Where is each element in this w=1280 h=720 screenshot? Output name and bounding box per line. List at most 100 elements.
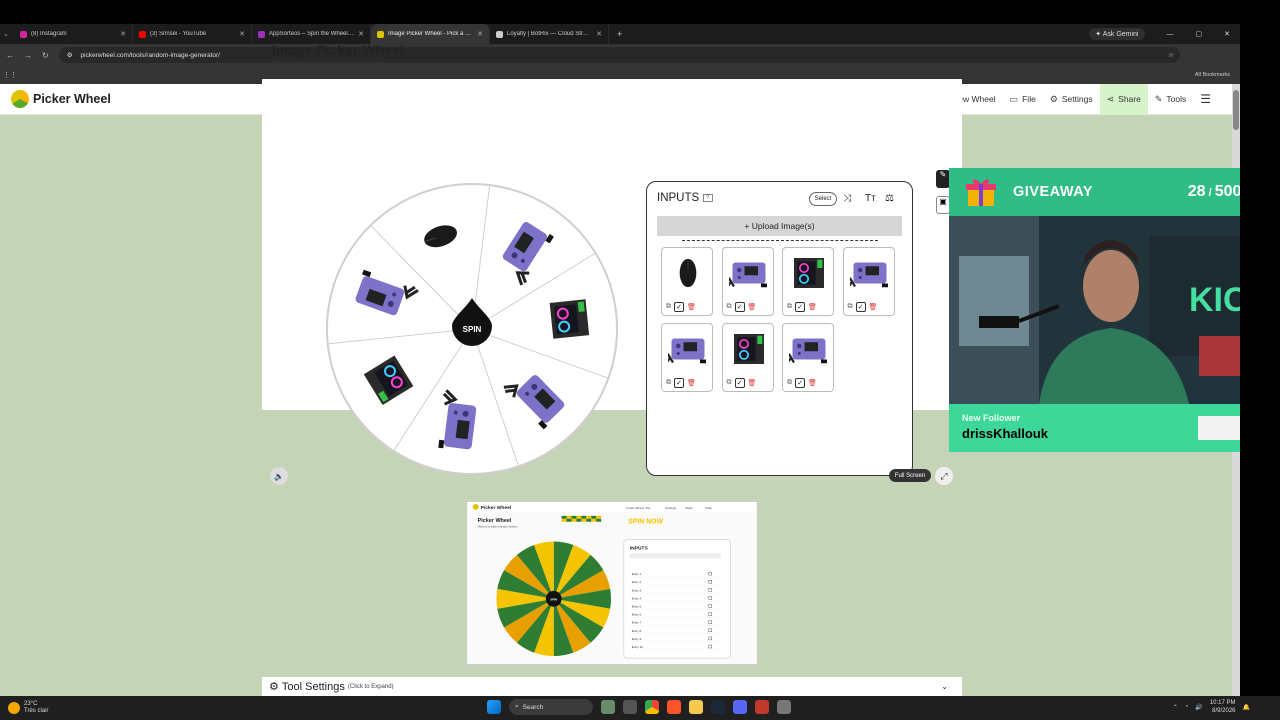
duplicate-icon[interactable]: ⧉ <box>848 303 853 311</box>
preview-nav-item: Share <box>685 506 693 510</box>
delete-icon[interactable]: 🗑 <box>748 379 757 387</box>
spin-button[interactable]: SPIN <box>452 298 492 346</box>
upload-images-button[interactable]: + Upload Image(s) <box>657 216 902 236</box>
weather-widget[interactable]: 23°C Très clair <box>8 701 48 715</box>
notepad-icon[interactable] <box>777 700 791 714</box>
close-icon[interactable]: ✕ <box>358 30 364 38</box>
fullscreen-label[interactable]: Full Screen <box>889 469 931 482</box>
card-thumbnail <box>849 262 888 288</box>
delete-icon[interactable]: 🗑 <box>687 379 696 387</box>
discord-icon[interactable] <box>733 700 747 714</box>
shuffle-icon[interactable]: ⤨ <box>843 193 851 204</box>
instagram-icon <box>20 30 27 38</box>
maximize-icon[interactable]: ▢ <box>1196 30 1203 38</box>
image-card[interactable]: ⧉ ✓ 🗑 <box>782 323 834 392</box>
duplicate-icon[interactable]: ⧉ <box>787 379 792 387</box>
all-bookmarks[interactable]: All Bookmarks <box>1195 72 1230 78</box>
help-icon[interactable]: ? <box>703 194 713 202</box>
duplicate-icon[interactable]: ⧉ <box>727 379 732 387</box>
duplicate-icon[interactable]: ⧉ <box>666 303 671 311</box>
edit-icon[interactable]: ✎ <box>936 170 950 188</box>
browser-tab[interactable]: (3) Snnsei - YouTube ✕ <box>133 24 252 44</box>
volume-icon[interactable]: 🔊 <box>1195 704 1202 711</box>
include-checkbox[interactable]: ✓ <box>674 302 684 312</box>
mouse-image <box>679 258 697 288</box>
nav-share[interactable]: ⋖ Share <box>1099 84 1148 115</box>
brave-icon[interactable] <box>667 700 681 714</box>
include-checkbox[interactable]: ✓ <box>795 302 805 312</box>
scroll-thumb[interactable] <box>1233 90 1239 130</box>
include-checkbox[interactable]: ✓ <box>734 378 745 388</box>
delete-icon[interactable]: 🗑 <box>808 303 817 311</box>
browser-tab[interactable]: AppSorteos – Spin the Wheel (F… ✕ <box>252 24 371 44</box>
task-view-icon[interactable] <box>623 700 637 714</box>
new-tab-button[interactable]: + <box>609 29 622 39</box>
browser-tab[interactable]: (8) Instagram ✕ <box>14 24 133 44</box>
bookmark-star-icon[interactable]: ☆ <box>1168 51 1174 59</box>
include-checkbox[interactable]: ✓ <box>795 378 805 388</box>
site-info-icon[interactable]: ⚙ <box>67 51 73 59</box>
notification-icon[interactable]: 🔔 <box>1243 704 1250 711</box>
image-card[interactable]: ⧉ ✓ 🗑 <box>782 247 834 316</box>
forward-icon[interactable]: → <box>24 51 32 60</box>
browser-tab[interactable]: Loyalty | BotRix — Cloud Strea… ✕ <box>490 24 609 44</box>
apps-icon[interactable]: ⋮⋮ <box>3 71 17 79</box>
close-icon[interactable]: ✕ <box>477 30 483 38</box>
close-icon[interactable]: ✕ <box>239 30 245 38</box>
text-size-icon[interactable]: Tт <box>865 193 876 204</box>
preview-logo: Picker Wheel <box>481 505 512 511</box>
image-card[interactable]: ⧉ ✓ 🗑 <box>842 247 895 316</box>
delete-icon[interactable]: 🗑 <box>869 303 878 311</box>
image-card[interactable]: ⧉ ✓ 🗑 <box>661 247 713 316</box>
back-icon[interactable]: ← <box>6 51 14 60</box>
network-icon[interactable]: ◔ <box>1185 704 1189 710</box>
nav-tools[interactable]: ✎ Tools <box>1148 84 1193 115</box>
image-card[interactable]: ⧉ ✓ 🗑 <box>721 323 774 392</box>
include-checkbox[interactable]: ✓ <box>734 302 745 312</box>
chevron-up-icon[interactable]: ⌃ <box>1173 704 1178 711</box>
browser-tab-active[interactable]: Image Picker Wheel - Pick a Ra… ✕ <box>371 24 490 44</box>
chrome-icon[interactable] <box>645 700 659 714</box>
include-checkbox[interactable]: ✓ <box>674 378 684 388</box>
nav-settings[interactable]: ⚙ Settings <box>1043 84 1100 115</box>
site-logo[interactable]: Picker Wheel <box>11 90 111 108</box>
fullscreen-icon[interactable]: ⤢ <box>935 467 953 485</box>
preview-entry: Entry 7 <box>632 621 642 625</box>
duplicate-icon[interactable]: ⧉ <box>787 303 792 311</box>
delete-icon[interactable]: 🗑 <box>687 303 696 311</box>
duplicate-icon[interactable]: ⧉ <box>727 303 732 311</box>
image-card[interactable]: ⧉ ✓ 🗑 <box>721 247 774 316</box>
chevron-down-icon[interactable]: ⌄ <box>941 682 948 691</box>
widget-icon[interactable] <box>601 700 615 714</box>
reload-icon[interactable]: ↻ <box>42 51 49 60</box>
close-icon[interactable]: ✕ <box>120 30 126 38</box>
minimize-icon[interactable]: — <box>1167 31 1174 38</box>
preview-screenshot[interactable]: Picker Wheel Create Wheel File Settings Shar… <box>466 501 758 665</box>
address-bar-row: ← → ↻ ⚙ pickerwheel.com/tools/random-ima… <box>0 44 1240 66</box>
clock[interactable]: 10:17 PM 8/9/2026 <box>1210 699 1236 715</box>
close-window-icon[interactable]: ✕ <box>1224 30 1230 38</box>
close-icon[interactable]: ✕ <box>596 30 602 38</box>
include-checkbox[interactable]: ✓ <box>855 302 866 312</box>
windows-start-icon[interactable] <box>487 700 501 714</box>
delete-icon[interactable]: 🗑 <box>808 379 817 387</box>
sort-icon[interactable]: ⚖ <box>885 193 894 204</box>
tool-settings-bar[interactable]: ⚙ Tool Settings (Click to Expand) ⌄ <box>262 677 962 696</box>
preview-nav-item: Create Wheel <box>626 506 644 510</box>
url-field[interactable]: ⚙ pickerwheel.com/tools/random-image-gen… <box>58 47 1180 63</box>
taskbar-search[interactable]: ⌕ Search <box>509 699 593 715</box>
tab-search-icon[interactable]: ⌄ <box>0 30 14 38</box>
steam-icon[interactable] <box>711 700 725 714</box>
image-mode-icon[interactable]: ▣ <box>936 196 950 214</box>
image-card[interactable]: ⧉ ✓ 🗑 <box>661 323 713 392</box>
hamburger-menu-icon[interactable]: ☰ <box>1193 84 1218 115</box>
duplicate-icon[interactable]: ⧉ <box>666 379 671 387</box>
gemini-button[interactable]: ✦ Ask Gemini <box>1089 28 1145 40</box>
nav-file[interactable]: ▭ File <box>1003 84 1043 115</box>
obs-icon[interactable] <box>755 700 769 714</box>
follower-label: New Follower <box>962 413 1021 423</box>
delete-icon[interactable]: 🗑 <box>748 303 757 311</box>
select-button[interactable]: Select <box>809 192 837 206</box>
file-explorer-icon[interactable] <box>689 700 703 714</box>
sound-toggle-icon[interactable]: 🔈 <box>270 467 288 485</box>
